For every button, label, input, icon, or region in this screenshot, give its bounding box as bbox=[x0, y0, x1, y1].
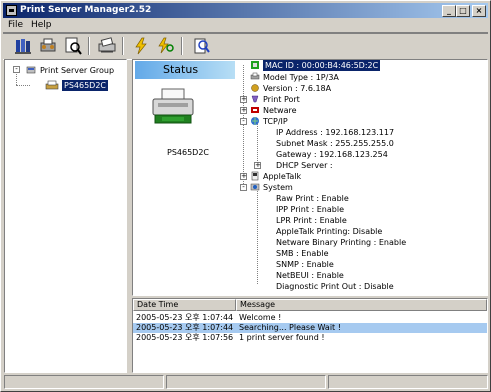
menu-file[interactable]: File bbox=[8, 19, 23, 31]
system-icon bbox=[250, 182, 260, 192]
appletalk-item[interactable]: AppleTalk bbox=[263, 171, 301, 182]
status-bar bbox=[4, 375, 488, 389]
tree-item-print-server-group[interactable]: Print Server Group bbox=[40, 65, 114, 76]
main-window: Print Server Manager2.52 _ □ × File Help bbox=[0, 0, 491, 392]
status-bar-cell bbox=[4, 375, 164, 389]
log-time: 2005-05-23 오후 1:07:44 bbox=[136, 323, 234, 332]
log-message: Searching... Please Wait ! bbox=[239, 323, 341, 332]
menu-bar: File Help bbox=[3, 19, 488, 31]
dhcp-server-item[interactable]: DHCP Server : bbox=[276, 160, 333, 171]
printer-name-label: PS465D2C bbox=[167, 148, 210, 157]
column-header-datetime[interactable]: Date Time bbox=[133, 299, 236, 311]
system-setting-item[interactable]: SMB : Enable bbox=[276, 248, 329, 259]
title-bar[interactable]: Print Server Manager2.52 _ □ × bbox=[3, 3, 488, 18]
gateway-item[interactable]: Gateway : 192.168.123.254 bbox=[276, 149, 388, 160]
appletalk-expander[interactable]: + bbox=[240, 173, 247, 180]
tcpip-expander[interactable]: - bbox=[240, 118, 247, 125]
system-setting-item[interactable]: Raw Print : Enable bbox=[276, 193, 349, 204]
netware-expander[interactable]: + bbox=[240, 107, 247, 114]
version-item[interactable]: Version : 7.6.18A bbox=[263, 83, 331, 94]
server-group-icon bbox=[26, 65, 36, 75]
log-message: Welcome ! bbox=[239, 313, 282, 322]
print-port-item[interactable]: Print Port bbox=[263, 94, 300, 105]
books-icon[interactable] bbox=[13, 36, 33, 56]
help-icon[interactable] bbox=[191, 36, 211, 56]
printer-setup-icon[interactable] bbox=[97, 36, 117, 56]
model-type-item[interactable]: Model Type : 1P/3A bbox=[263, 72, 339, 83]
log-time: 2005-05-23 오후 1:07:56 bbox=[136, 333, 234, 342]
log-list[interactable]: Date Time Message 2005-05-23 오후 1:07:44 … bbox=[132, 298, 488, 373]
dhcp-expander[interactable]: + bbox=[254, 162, 261, 169]
tcpip-item[interactable]: TCP/IP bbox=[263, 116, 288, 127]
netware-item[interactable]: Netware bbox=[263, 105, 297, 116]
minimize-button[interactable]: _ bbox=[442, 5, 456, 17]
mac-id-item[interactable]: MAC ID : 00:00:B4:46:5D:2C bbox=[263, 60, 381, 71]
system-item[interactable]: System bbox=[263, 182, 293, 193]
print-server-icon bbox=[45, 80, 59, 91]
close-button[interactable]: × bbox=[472, 5, 486, 17]
window-title: Print Server Manager2.52 bbox=[20, 5, 152, 15]
search-document-icon[interactable] bbox=[63, 36, 83, 56]
log-row[interactable]: 2005-05-23 오후 1:07:56 1 print server fou… bbox=[133, 333, 487, 343]
toolbar-separator bbox=[122, 37, 124, 55]
system-setting-item[interactable]: AppleTalk Printing: Disable bbox=[276, 226, 382, 237]
system-setting-item[interactable]: LPR Print : Enable bbox=[276, 215, 347, 226]
log-row[interactable]: 2005-05-23 오후 1:07:44 Welcome ! bbox=[133, 313, 487, 323]
system-expander[interactable]: - bbox=[240, 184, 247, 191]
appletalk-icon bbox=[250, 171, 260, 181]
system-setting-item[interactable]: NetBEUI : Enable bbox=[276, 270, 344, 281]
subnet-mask-item[interactable]: Subnet Mask : 255.255.255.0 bbox=[276, 138, 394, 149]
model-icon bbox=[250, 72, 260, 82]
app-icon[interactable] bbox=[6, 5, 17, 16]
print-port-expander[interactable]: + bbox=[240, 96, 247, 103]
system-setting-item[interactable]: Netware Binary Printing : Enable bbox=[276, 237, 406, 248]
status-banner: Status bbox=[135, 61, 235, 79]
system-setting-item[interactable]: IPP Print : Enable bbox=[276, 204, 344, 215]
mac-icon bbox=[250, 60, 260, 70]
lightning-search-icon[interactable] bbox=[156, 36, 176, 56]
log-time: 2005-05-23 오후 1:07:44 bbox=[136, 313, 234, 322]
toolbar bbox=[3, 32, 488, 60]
system-setting-item[interactable]: Diagnostic Print Out : Disable bbox=[276, 281, 394, 292]
details-pane: Status PS465D2C MAC ID : 00:00:B4:46:5D:… bbox=[132, 59, 488, 296]
lightning-icon[interactable] bbox=[131, 36, 151, 56]
netware-icon bbox=[250, 105, 260, 115]
printer-icon bbox=[150, 86, 196, 126]
menu-help[interactable]: Help bbox=[31, 19, 52, 31]
tree-expander[interactable]: - bbox=[13, 66, 20, 73]
print-port-icon bbox=[250, 94, 260, 104]
tcpip-icon bbox=[250, 116, 260, 126]
server-group-tree[interactable]: - Print Server Group PS465D2C bbox=[4, 59, 127, 373]
toolbar-separator bbox=[88, 37, 90, 55]
status-bar-cell bbox=[166, 375, 326, 389]
log-row[interactable]: 2005-05-23 오후 1:07:44 Searching... Pleas… bbox=[133, 323, 487, 333]
system-setting-item[interactable]: SNMP : Enable bbox=[276, 259, 334, 270]
log-message: 1 print server found ! bbox=[239, 333, 325, 342]
maximize-button[interactable]: □ bbox=[456, 5, 470, 17]
toolbar-separator bbox=[181, 37, 183, 55]
version-icon bbox=[250, 83, 260, 93]
ip-address-item[interactable]: IP Address : 192.168.123.117 bbox=[276, 127, 394, 138]
column-header-message[interactable]: Message bbox=[236, 299, 487, 311]
status-bar-cell bbox=[328, 375, 488, 389]
settings-printer-icon[interactable] bbox=[38, 36, 58, 56]
tree-item-ps465d2c[interactable]: PS465D2C bbox=[62, 80, 109, 91]
